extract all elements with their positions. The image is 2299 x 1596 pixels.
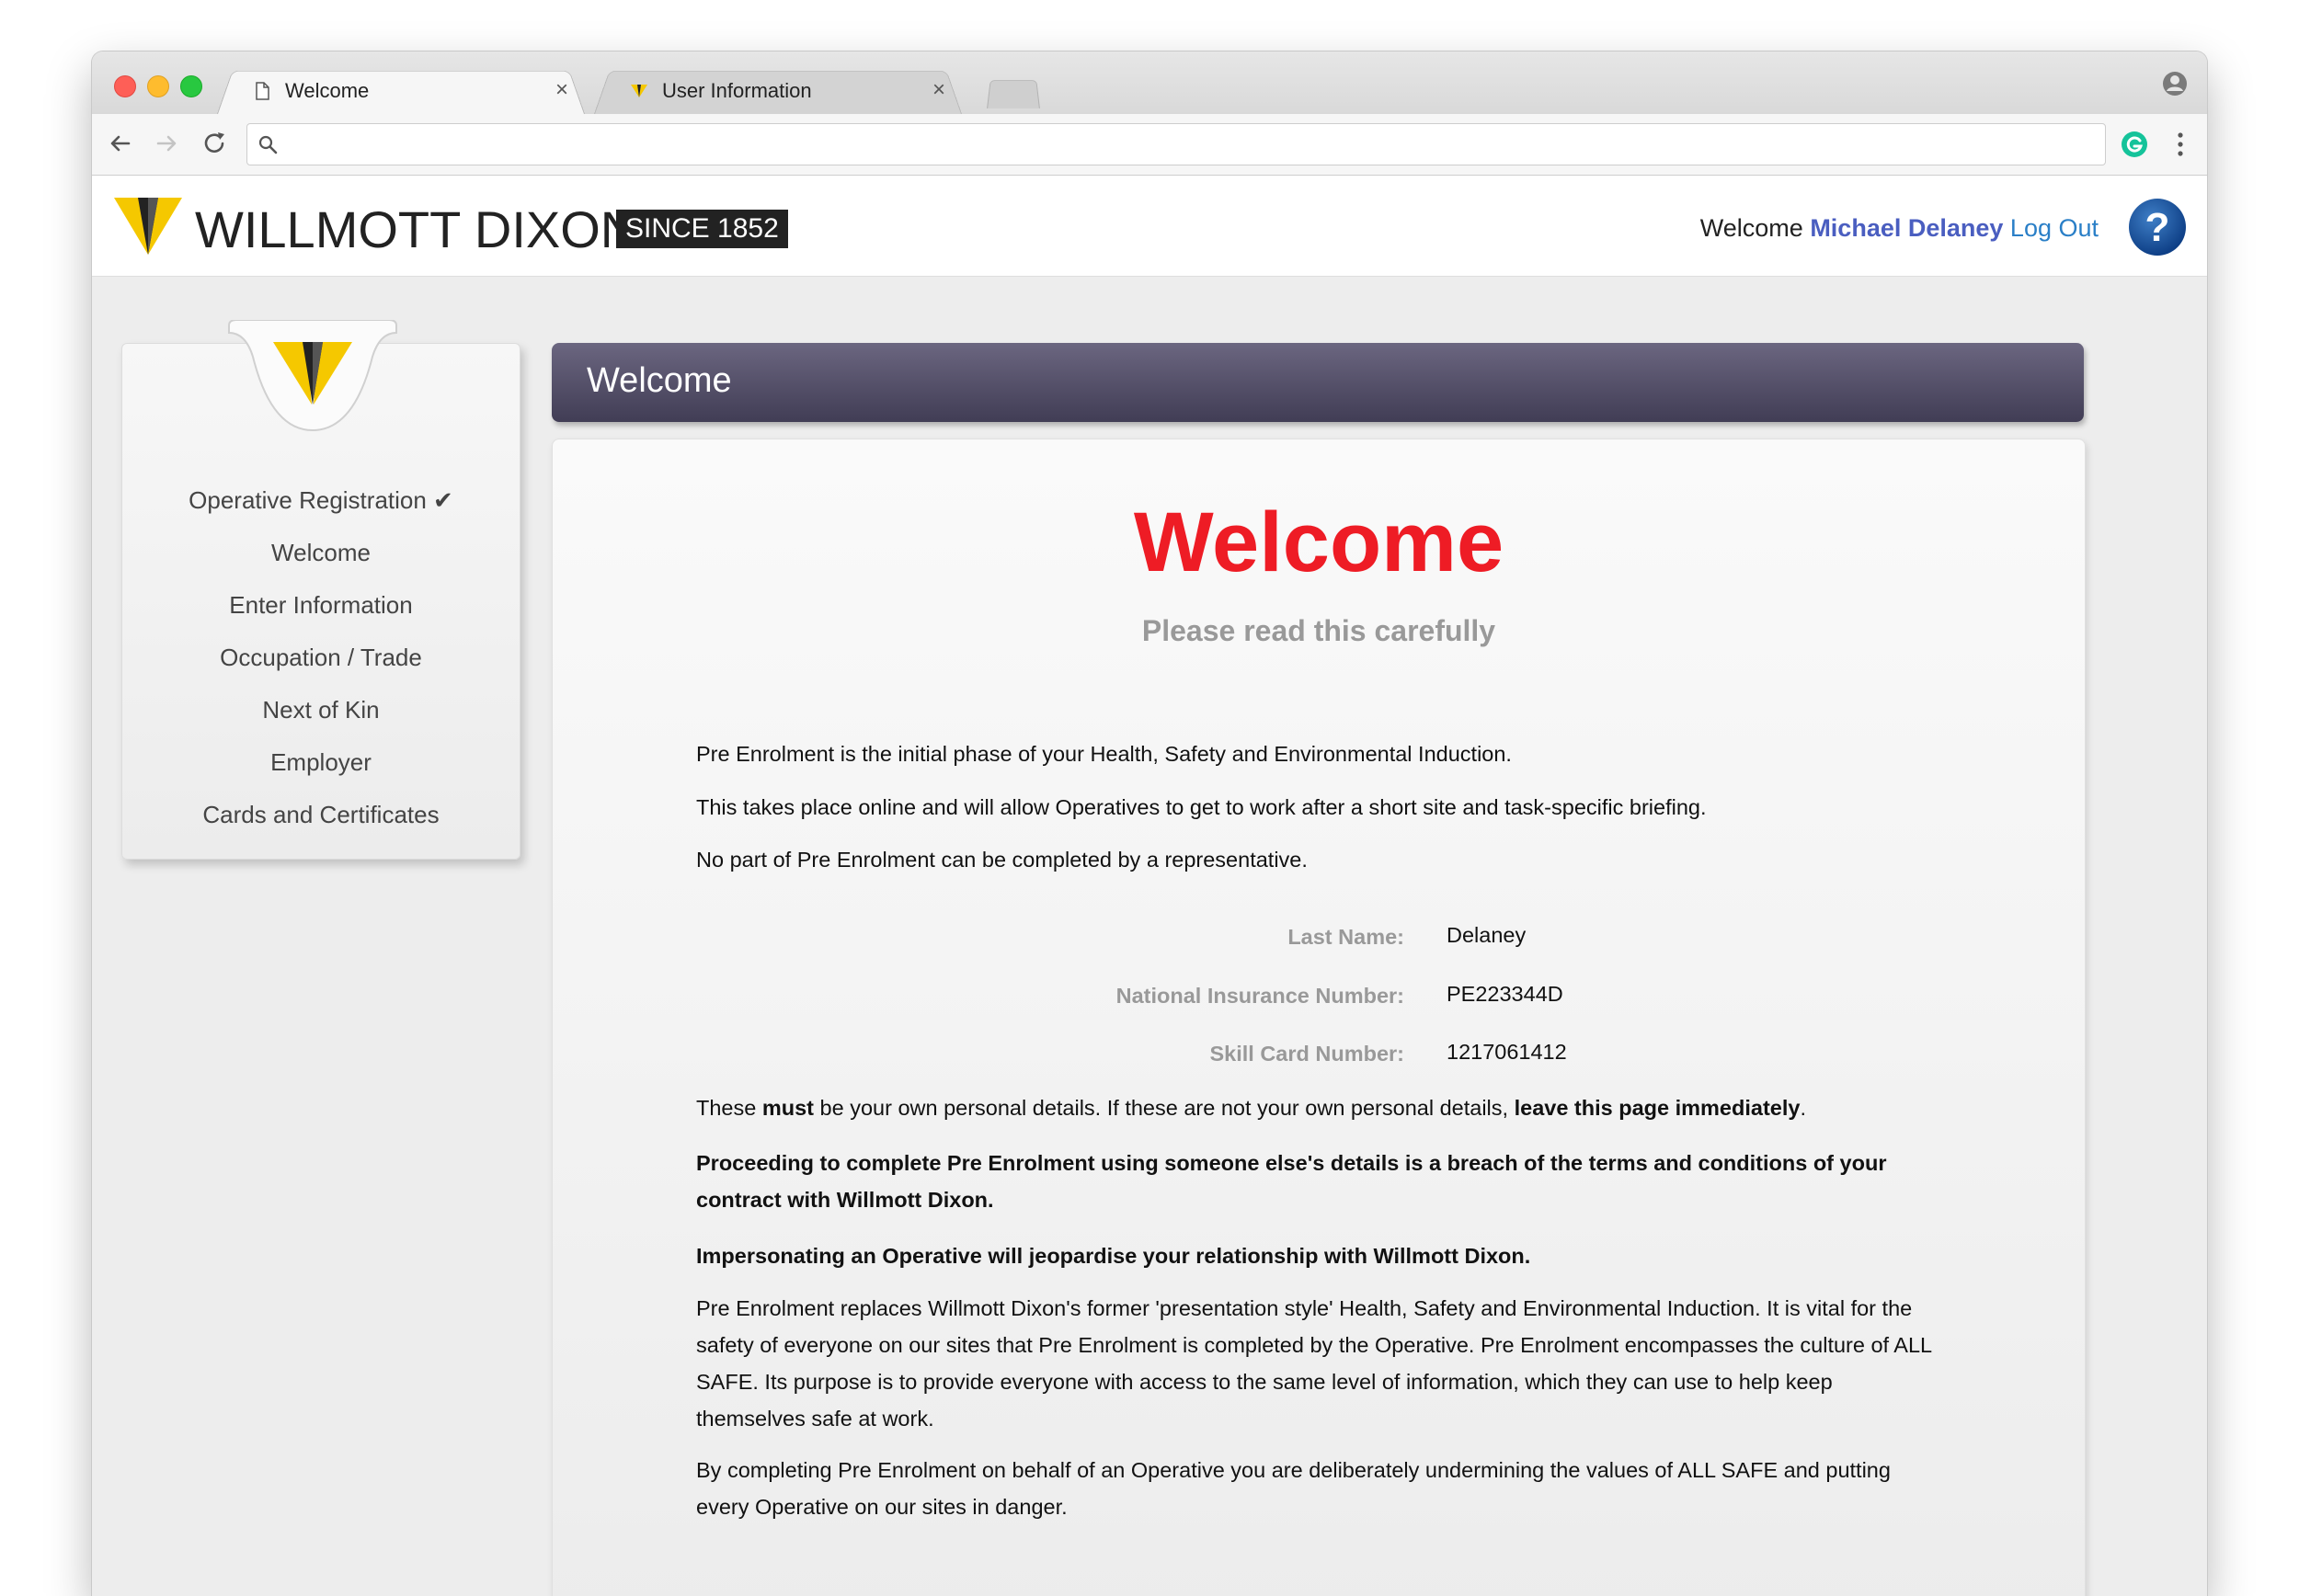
sidebar-nav: Operative Registration ✔ Welcome Enter I… bbox=[122, 474, 520, 841]
kebab-menu-icon[interactable] bbox=[2176, 131, 2185, 158]
user-name: Michael Delaney bbox=[1810, 214, 2004, 242]
new-tab-button[interactable] bbox=[987, 80, 1040, 108]
minimize-window-button[interactable] bbox=[147, 75, 169, 97]
brand-name: WILLMOTT DIXON bbox=[195, 200, 638, 258]
logout-link[interactable]: Log Out bbox=[2010, 214, 2099, 242]
content-panel: Welcome Please read this carefully Pre E… bbox=[552, 439, 2086, 1596]
welcome-label: Welcome bbox=[1699, 214, 1803, 242]
willmott-dixon-favicon bbox=[631, 85, 647, 97]
replaces-paragraph: Pre Enrolment replaces Willmott Dixon's … bbox=[696, 1296, 1932, 1431]
address-bar[interactable] bbox=[246, 123, 2106, 165]
page-icon bbox=[256, 82, 269, 100]
willmott-dixon-logo-icon[interactable] bbox=[114, 196, 182, 256]
tab-strip: Welcome × User Information × bbox=[92, 51, 2207, 114]
sidebar-item-operative-registration[interactable]: Operative Registration ✔ bbox=[122, 474, 520, 527]
tab-close-button[interactable]: × bbox=[932, 77, 945, 103]
tab-title: Welcome bbox=[285, 79, 370, 102]
ni-number-value: PE223344D bbox=[1447, 982, 1563, 1006]
tab-welcome[interactable]: Welcome × bbox=[217, 66, 585, 114]
sidebar-item-enter-information[interactable]: Enter Information bbox=[122, 579, 520, 632]
skill-card-value: 1217061412 bbox=[1447, 1040, 1567, 1064]
skill-card-label: Skill Card Number: bbox=[1209, 1042, 1404, 1066]
breach-paragraph: Proceeding to complete Pre Enrolment usi… bbox=[696, 1151, 1887, 1212]
intro-paragraph: This takes place online and will allow O… bbox=[696, 795, 1707, 819]
since-badge: SINCE 1852 bbox=[616, 210, 788, 248]
address-input[interactable] bbox=[288, 130, 2076, 159]
last-name-value: Delaney bbox=[1447, 923, 1527, 947]
tab-user-information[interactable]: User Information × bbox=[594, 66, 962, 114]
ni-number-label: National Insurance Number: bbox=[1115, 984, 1404, 1008]
browser-window: Welcome × User Information × WILLMOTT DI… bbox=[92, 51, 2207, 1596]
warning-text: . bbox=[1800, 1096, 1806, 1120]
willmott-dixon-badge-icon bbox=[228, 320, 397, 432]
search-icon bbox=[258, 135, 278, 154]
grammarly-icon[interactable] bbox=[2121, 131, 2148, 158]
sidebar-item-next-of-kin[interactable]: Next of Kin bbox=[122, 684, 520, 736]
sidebar: Operative Registration ✔ Welcome Enter I… bbox=[121, 320, 520, 860]
warning-text: These bbox=[696, 1096, 762, 1120]
completing-paragraph: By completing Pre Enrolment on behalf of… bbox=[696, 1458, 1891, 1519]
forward-arrow-icon[interactable] bbox=[151, 128, 182, 159]
sidebar-item-welcome[interactable]: Welcome bbox=[122, 527, 520, 579]
section-banner: Welcome bbox=[552, 343, 2084, 422]
sidebar-item-occupation-trade[interactable]: Occupation / Trade bbox=[122, 632, 520, 684]
page-body: Operative Registration ✔ Welcome Enter I… bbox=[92, 277, 2207, 1596]
site-header: WILLMOTT DIXON SINCE 1852 Welcome Michae… bbox=[92, 176, 2207, 277]
page-title: Welcome bbox=[1133, 496, 1504, 589]
user-greeting: Welcome Michael Delaney Log Out bbox=[1700, 214, 2099, 243]
browser-toolbar bbox=[92, 114, 2207, 176]
warning-text: be your own personal details. If these a… bbox=[814, 1096, 1515, 1120]
page-subtitle: Please read this carefully bbox=[1141, 614, 1496, 647]
zoom-window-button[interactable] bbox=[180, 75, 202, 97]
sidebar-item-cards-and-certificates[interactable]: Cards and Certificates bbox=[122, 789, 520, 841]
intro-paragraph: No part of Pre Enrolment can be complete… bbox=[696, 848, 1308, 872]
help-icon[interactable]: ? bbox=[2128, 198, 2187, 256]
intro-paragraph: Pre Enrolment is the initial phase of yo… bbox=[696, 742, 1512, 766]
warning-paragraph: These must be your own personal details.… bbox=[696, 1089, 1947, 1126]
impersonating-paragraph: Impersonating an Operative will jeopardi… bbox=[696, 1244, 1531, 1268]
banner-title: Welcome bbox=[587, 361, 732, 400]
tab-close-button[interactable]: × bbox=[555, 77, 568, 103]
last-name-label: Last Name: bbox=[1287, 925, 1404, 949]
close-window-button[interactable] bbox=[114, 75, 136, 97]
profile-icon[interactable] bbox=[2161, 70, 2189, 97]
tab-title: User Information bbox=[662, 79, 812, 102]
sidebar-item-employer[interactable]: Employer bbox=[122, 736, 520, 789]
reload-icon[interactable] bbox=[199, 128, 230, 159]
back-arrow-icon[interactable] bbox=[105, 128, 136, 159]
warning-emphasis: leave this page immediately bbox=[1514, 1096, 1801, 1120]
warning-emphasis: must bbox=[761, 1096, 814, 1120]
help-glyph: ? bbox=[2145, 205, 2170, 250]
